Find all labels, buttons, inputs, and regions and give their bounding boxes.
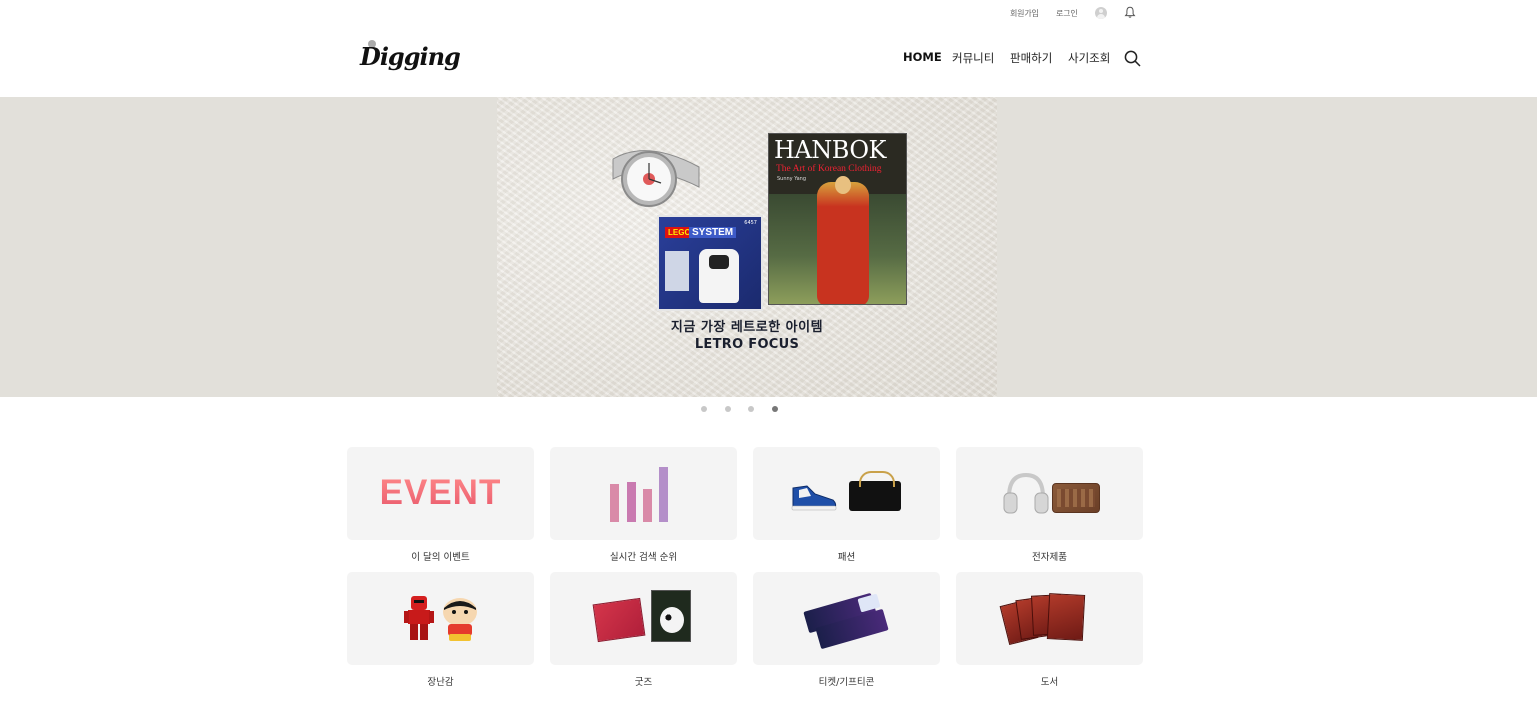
book-subtitle: The Art of Korean Clothing — [776, 164, 882, 174]
category-label[interactable]: 실시간 검색 순위 — [550, 549, 737, 563]
nav-sell[interactable]: 판매하기 — [1010, 50, 1052, 66]
bar-chart-icon-bar — [627, 482, 636, 522]
handbag-image — [849, 471, 901, 511]
lego-set-number: 6457 — [744, 220, 757, 226]
bar-chart-icon-bar — [659, 467, 668, 522]
banner-caption-korean: 지금 가장 레트로한 아이템 — [670, 320, 824, 335]
category-toys[interactable]: 장난감 — [347, 572, 534, 688]
category-tile[interactable]: EVENT — [347, 447, 534, 540]
lego-line-label: SYSTEM — [689, 227, 737, 238]
lego-astronaut — [699, 249, 739, 303]
banner-image[interactable]: LEGO SYSTEM 6457 HANBOK The Art of Korea… — [497, 97, 997, 397]
goods-box-image — [592, 597, 646, 643]
category-books[interactable]: 도서 — [956, 572, 1143, 688]
category-tile[interactable] — [550, 447, 737, 540]
carousel-dot-1[interactable] — [701, 406, 707, 412]
site-logo[interactable]: Digging — [360, 42, 461, 71]
carousel-dot-2[interactable] — [725, 406, 731, 412]
category-label[interactable]: 장난감 — [347, 674, 534, 688]
bell-icon[interactable] — [1124, 6, 1136, 19]
category-label[interactable]: 전자제품 — [956, 549, 1143, 563]
wristwatch-image — [612, 150, 700, 207]
category-label[interactable]: 도서 — [956, 674, 1143, 688]
book-author: Sunny Yang — [777, 176, 807, 182]
hanbok-book-image: HANBOK The Art of Korean Clothing Sunny … — [768, 133, 907, 305]
carousel-dot-4[interactable] — [772, 406, 778, 412]
carousel-dot-3[interactable] — [748, 406, 754, 412]
site-header: Digging HOME 커뮤니티 판매하기 사기조회 — [0, 30, 1537, 90]
cartoon-figure-image — [443, 598, 477, 641]
category-tile[interactable] — [753, 447, 940, 540]
hanbok-figure — [817, 176, 869, 304]
red-figure-image — [404, 596, 434, 640]
category-label[interactable]: 패션 — [753, 549, 940, 563]
panda-book-image — [651, 590, 691, 642]
nav-home[interactable]: HOME — [903, 50, 942, 64]
utility-bar: 회원가입 로그인 — [0, 6, 1537, 20]
nav-fraud-check[interactable]: 사기조회 — [1068, 50, 1110, 66]
sneaker-image — [791, 485, 837, 511]
category-tile[interactable] — [347, 572, 534, 665]
bar-chart-icon-bar — [610, 484, 619, 522]
hero-banner[interactable]: LEGO SYSTEM 6457 HANBOK The Art of Korea… — [0, 97, 1537, 397]
category-label[interactable]: 티켓/기프티콘 — [753, 674, 940, 688]
book-title: HANBOK — [774, 136, 886, 164]
category-label[interactable]: 굿즈 — [550, 674, 737, 688]
category-tile[interactable] — [956, 572, 1143, 665]
signup-link[interactable]: 회원가입 — [1010, 8, 1039, 19]
category-trending-search[interactable]: 실시간 검색 순위 — [550, 447, 737, 563]
category-goods[interactable]: 굿즈 — [550, 572, 737, 688]
lego-panel — [665, 251, 689, 291]
speaker-image — [1052, 483, 1100, 513]
category-tickets-giftcons[interactable]: 티켓/기프티콘 — [753, 572, 940, 688]
search-icon[interactable] — [1124, 50, 1141, 67]
nav-community[interactable]: 커뮤니티 — [952, 50, 994, 66]
login-link[interactable]: 로그인 — [1056, 8, 1078, 19]
banner-caption-english: LETRO FOCUS — [694, 337, 800, 352]
category-fashion[interactable]: 패션 — [753, 447, 940, 563]
bar-chart-icon-bar — [643, 489, 652, 522]
headphones-image — [1003, 472, 1049, 514]
category-event[interactable]: EVENT 이 달의 이벤트 — [347, 447, 534, 563]
category-tile[interactable] — [550, 572, 737, 665]
category-tile[interactable] — [956, 447, 1143, 540]
category-label[interactable]: 이 달의 이벤트 — [347, 549, 534, 563]
event-graphic-text: EVENT — [347, 473, 534, 513]
lego-box-image: LEGO SYSTEM 6457 — [657, 215, 763, 311]
user-avatar-icon[interactable] — [1095, 7, 1107, 19]
category-tile[interactable] — [753, 572, 940, 665]
carousel-pagination — [0, 406, 1537, 412]
book-image — [1046, 593, 1086, 641]
category-electronics[interactable]: 전자제품 — [956, 447, 1143, 563]
